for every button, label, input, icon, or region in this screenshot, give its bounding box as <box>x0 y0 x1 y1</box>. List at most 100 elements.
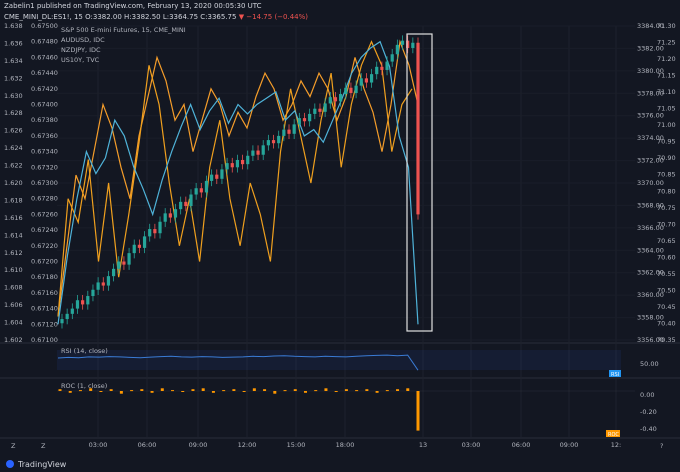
candle-body-11 <box>117 261 121 269</box>
roc-bar-30 <box>365 389 369 391</box>
candle-body-7 <box>96 282 100 290</box>
yl2-tick-7: 0.67360 <box>31 132 58 140</box>
candle-body-34 <box>235 159 240 168</box>
roc-tick-040: -0.40 <box>640 425 657 433</box>
roc-bar-7 <box>130 390 134 392</box>
roc-bar-25 <box>314 390 318 392</box>
candle-body-52 <box>328 97 332 104</box>
yr1-tick-4: 3376.00 <box>637 112 664 120</box>
yl2-tick-13: 0.67240 <box>31 226 58 234</box>
roc-bar-1 <box>68 391 72 393</box>
yl1-tick-15: 1.608 <box>4 284 23 292</box>
yl2-tick-17: 0.67160 <box>31 289 58 297</box>
x-tick-1: 06:00 <box>138 441 157 449</box>
candle-body-44 <box>287 129 291 134</box>
roc-label: ROC (1, close) <box>61 382 107 390</box>
candle-body-47 <box>302 118 307 122</box>
yr2-tick-19: 70.35 <box>657 336 676 344</box>
yl2-tick-19: 0.67120 <box>31 320 58 328</box>
candle-body-59 <box>364 78 369 83</box>
candle-body-63 <box>385 61 389 70</box>
legend-audusd: AUDUSD, IDC <box>61 36 105 44</box>
candle-body-66 <box>400 40 405 45</box>
candle-body-13 <box>127 253 131 265</box>
zoom-ctrl-b[interactable]: Z <box>41 442 46 450</box>
candle-body-62 <box>380 66 384 70</box>
yl1-tick-11: 1.616 <box>4 214 23 222</box>
roc-tick-0: 0.00 <box>640 391 654 399</box>
yr2-tick-1: 71.25 <box>657 39 676 47</box>
candle-body-5 <box>86 296 90 305</box>
candle-body-22 <box>173 209 178 218</box>
yr2-tick-18: 70.40 <box>657 319 676 327</box>
settings-ctrl[interactable]: ? <box>660 442 663 450</box>
yr2-tick-15: 70.55 <box>657 270 676 278</box>
yr2-tick-2: 71.20 <box>657 55 676 63</box>
chart-svg[interactable]: 1.638 1.636 1.634 1.632 1.630 1.628 1.626 1.624… <box>0 0 680 472</box>
candle-body-42 <box>277 135 281 144</box>
roc-bar-15 <box>211 391 215 393</box>
candle-body-26 <box>194 188 198 195</box>
yr2-tick-4: 71.10 <box>657 88 676 96</box>
candle-body-58 <box>359 78 363 86</box>
roc-pane[interactable] <box>57 379 635 437</box>
candle-body-24 <box>184 201 188 207</box>
main-pane[interactable] <box>57 22 635 342</box>
candle-body-21 <box>168 213 172 218</box>
candle-body-4 <box>81 300 85 305</box>
x-tick-7: 03:00 <box>462 441 481 449</box>
brand-name: TradingView <box>17 460 67 469</box>
roc-bar-22 <box>283 390 287 392</box>
yl1-tick-0: 1.638 <box>4 22 23 30</box>
yl2-tick-11: 0.67280 <box>31 195 58 203</box>
candle-body-43 <box>282 129 286 136</box>
roc-bar-19 <box>252 388 256 391</box>
candle-body-56 <box>349 87 353 93</box>
roc-bar-8 <box>140 389 144 391</box>
roc-bar-17 <box>232 389 236 391</box>
candle-body-29 <box>210 174 214 181</box>
yr2-tick-12: 70.70 <box>657 220 676 228</box>
candle-body-65 <box>395 44 399 55</box>
yl2-tick-5: 0.67400 <box>31 101 58 109</box>
candle-body-40 <box>266 140 270 146</box>
candle-body-36 <box>246 155 250 165</box>
yl2-tick-6: 0.67380 <box>31 116 58 124</box>
roc-bar-23 <box>293 389 297 391</box>
yl1-tick-10: 1.618 <box>4 196 23 204</box>
x-tick-9: 09:00 <box>560 441 579 449</box>
candle-body-48 <box>308 113 312 122</box>
roc-bar-18 <box>242 391 246 392</box>
yl2-tick-12: 0.67260 <box>31 210 58 218</box>
candle-body-27 <box>199 188 203 193</box>
candle-body-32 <box>225 163 229 170</box>
rsi-badge-text: RSI <box>611 372 619 378</box>
tradingview-logo-icon <box>6 460 14 468</box>
yl2-tick-2: 0.67460 <box>31 53 58 61</box>
candle-body-2 <box>70 308 74 314</box>
zoom-ctrl-a[interactable]: Z <box>11 442 16 450</box>
yl2-tick-8: 0.67340 <box>31 148 58 156</box>
roc-bar-31 <box>375 391 379 393</box>
yr2-tick-0: 71.30 <box>657 22 676 30</box>
yr2-tick-3: 71.15 <box>657 72 676 80</box>
candle-body-61 <box>375 66 379 75</box>
candle-body-1 <box>65 313 69 320</box>
yl2-tick-1: 0.67480 <box>31 38 58 46</box>
roc-bar-13 <box>191 389 195 391</box>
candle-body-15 <box>137 244 141 248</box>
legend-main: S&P 500 E-mini Futures, 15, CME_MINI <box>61 26 186 34</box>
yr2-tick-14: 70.60 <box>657 253 676 261</box>
rsi-layer <box>57 350 621 371</box>
candle-body-14 <box>132 244 136 254</box>
roc-bar-6 <box>119 391 123 394</box>
candle-body-16 <box>142 236 147 248</box>
candle-body-53 <box>333 97 338 102</box>
yl2-tick-3: 0.67440 <box>31 69 58 77</box>
candle-body-31 <box>220 169 224 179</box>
candle-body-12 <box>122 261 126 265</box>
yl1-tick-18: 1.602 <box>4 336 23 344</box>
candle-body-17 <box>148 229 152 237</box>
roc-bar-32 <box>385 390 389 392</box>
candle-body-10 <box>111 268 116 277</box>
